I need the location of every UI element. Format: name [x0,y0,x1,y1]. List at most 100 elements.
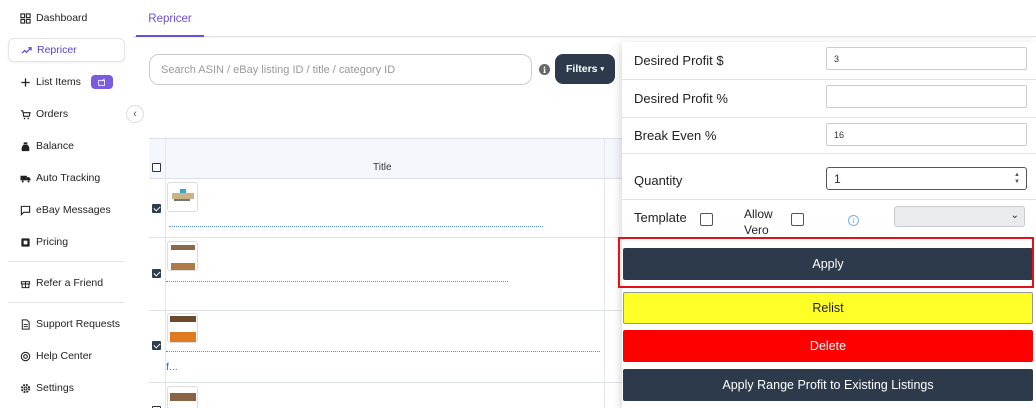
gear-icon [19,382,31,394]
break-even-label: Break Even % [634,128,717,143]
sidebar-item-refer-a-friend[interactable]: Refer a Friend [8,271,125,295]
sidebar-divider [8,261,125,262]
sidebar-item-label: Support Requests [36,318,121,330]
sidebar-item-label: Pricing [36,236,69,248]
plus-icon [19,76,31,88]
row-checkbox[interactable] [152,269,161,278]
info-icon[interactable]: i [539,64,550,75]
select-all-checkbox[interactable] [152,163,161,172]
gift-icon [19,277,31,289]
quantity-stepper[interactable]: 1 ▲ ▼ [826,167,1027,190]
sidebar-item-label: List Items [36,76,81,88]
cart-icon [19,108,31,120]
relist-label: Relist [812,301,844,315]
document-icon [19,318,31,330]
sidebar: Dashboard Repricer List Items Orders Bal… [0,0,133,408]
row-divider [149,310,623,311]
quantity-label: Quantity [634,173,683,188]
tab-repricer[interactable]: Repricer [136,3,204,37]
relist-button[interactable]: Relist [623,292,1033,324]
sidebar-item-balance[interactable]: Balance [8,134,125,158]
lifebuoy-icon [19,350,31,362]
sidebar-item-ebay-messages[interactable]: eBay Messages [8,198,125,222]
apply-range-profit-button[interactable]: Apply Range Profit to Existing Listings [623,369,1033,401]
truck-icon [19,172,31,184]
sidebar-item-label: Auto Tracking [36,172,101,184]
row-checkbox[interactable] [152,341,161,350]
sidebar-item-help-center[interactable]: Help Center [8,344,125,368]
message-icon [19,204,31,216]
info-glyph: i [852,216,855,225]
dashboard-icon [19,12,31,24]
sidebar-item-list-items[interactable]: List Items [8,70,125,94]
sidebar-item-label: eBay Messages [36,204,111,216]
product-thumbnail[interactable] [167,386,198,408]
template-checkbox[interactable] [700,213,713,226]
break-even-row: Break Even % 16 [622,118,1036,154]
chevron-down-icon: ⌄ [1010,210,1019,221]
quantity-value: 1 [834,171,841,186]
sidebar-item-label: Balance [36,140,74,152]
apply-button[interactable]: Apply [623,248,1033,280]
search-input[interactable]: Search ASIN / eBay listing ID / title / … [149,54,532,85]
product-thumbnail[interactable] [167,182,198,212]
sidebar-item-auto-tracking[interactable]: Auto Tracking [8,166,125,190]
sidebar-item-dashboard[interactable]: Dashboard [8,6,125,30]
quantity-row: Quantity 1 ▲ ▼ [622,154,1036,200]
sidebar-item-label: Dashboard [36,12,88,24]
break-even-input[interactable]: 16 [826,123,1027,146]
row-checkbox[interactable] [152,204,161,213]
info-glyph: i [542,64,547,75]
spin-arrows-icon[interactable]: ▲ ▼ [1014,172,1020,186]
template-select[interactable]: ⌄ [894,206,1025,227]
trending-icon [20,44,32,56]
sidebar-item-label: Help Center [36,350,93,362]
apply-label: Apply [812,257,844,271]
sidebar-item-support-requests[interactable]: Support Requests [8,312,125,336]
desired-profit-usd-row: Desired Profit $ 3 [622,42,1036,80]
listings-table: Title f... [149,138,623,408]
row-divider [149,237,623,238]
sidebar-item-label: Orders [36,108,69,120]
spin-down-icon[interactable]: ▼ [1014,179,1020,186]
product-thumbnail[interactable] [167,241,198,271]
sidebar-item-orders[interactable]: Orders [8,102,125,126]
product-title-link[interactable] [169,226,543,227]
delete-label: Delete [809,339,847,353]
product-title-link[interactable] [166,351,600,352]
filters-button[interactable]: Filters ▾ [555,54,615,84]
template-label: Template [634,210,687,225]
product-title-link[interactable] [166,281,508,282]
row-divider [149,382,623,383]
product-thumbnail[interactable] [167,313,198,343]
sidebar-collapse-button[interactable]: ‹ [126,105,144,123]
column-divider [604,138,605,408]
bulk-edit-panel: Desired Profit $ 3 Desired Profit % Brea… [618,42,1036,408]
sidebar-item-label: Repricer [37,44,77,56]
sidebar-item-label: Refer a Friend [36,277,104,289]
desired-profit-usd-input[interactable]: 3 [826,47,1027,70]
info-icon[interactable]: i [848,215,859,226]
spin-up-icon[interactable]: ▲ [1014,172,1020,179]
sidebar-item-repricer[interactable]: Repricer [8,38,125,62]
sidebar-divider [8,302,125,303]
apply-range-label: Apply Range Profit to Existing Listings [722,378,934,392]
sidebar-item-label: Settings [36,382,74,394]
filters-label: Filters [566,63,598,75]
desired-profit-pct-row: Desired Profit % [622,80,1036,118]
table-header: Title [149,139,623,179]
title-more-link[interactable]: f... [166,361,178,373]
desired-profit-pct-label: Desired Profit % [634,91,728,106]
sidebar-item-settings[interactable]: Settings [8,376,125,400]
tab-label: Repricer [148,13,192,25]
sidebar-item-pricing[interactable]: Pricing [8,230,125,254]
allow-vero-checkbox[interactable] [791,213,804,226]
pricing-icon [19,236,31,248]
column-header-title: Title [373,162,392,173]
desired-profit-pct-input[interactable] [826,85,1027,108]
delete-button[interactable]: Delete [623,330,1033,362]
desired-profit-usd-label: Desired Profit $ [634,53,724,68]
new-badge-icon [90,75,113,89]
chevron-left-icon: ‹ [133,108,137,120]
tab-bar: Repricer [133,0,1036,37]
